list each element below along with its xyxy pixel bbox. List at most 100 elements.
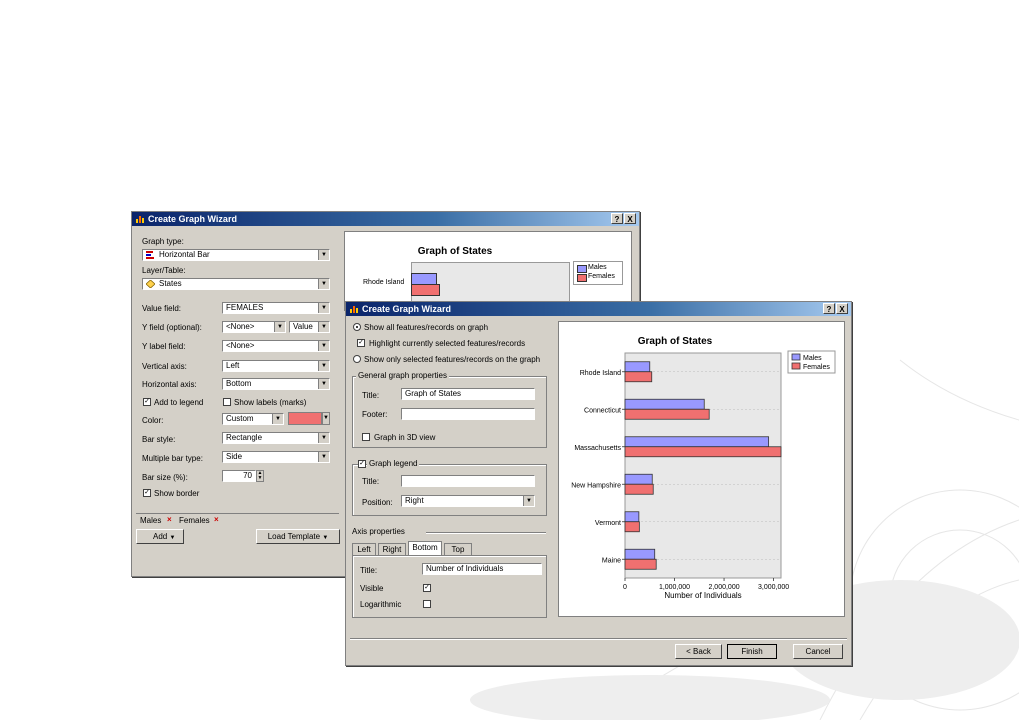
yfield-mode-select[interactable]: Value ▼ <box>289 321 330 333</box>
bar-size-input[interactable]: 70 <box>222 470 256 482</box>
chart-category-label: Maine <box>602 557 621 564</box>
ylabel-field-select[interactable]: <None> ▼ <box>222 340 330 352</box>
multiple-bar-select[interactable]: Side ▼ <box>222 451 330 463</box>
legend-label-females: Females <box>803 364 830 371</box>
close-icon[interactable]: × <box>167 515 172 524</box>
chart-bar-males <box>624 398 705 410</box>
load-template-button[interactable]: Load Template ▼ <box>256 529 340 544</box>
back-chart-title: Graph of States <box>417 246 493 257</box>
graph-type-select[interactable]: Horizontal Bar ▼ <box>142 249 330 261</box>
chart-title: Graph of States <box>638 336 713 347</box>
close-icon[interactable]: × <box>214 515 219 524</box>
show-labels-label: Show labels (marks) <box>234 398 307 407</box>
add-to-legend-checkbox[interactable]: ✓ <box>143 398 151 406</box>
show-selected-radio[interactable] <box>353 355 361 363</box>
legend-position-value: Right <box>405 496 424 505</box>
help-button[interactable]: ? <box>823 303 835 314</box>
graph-title-input[interactable]: Graph of States <box>401 388 535 400</box>
add-series-button[interactable]: Add ▼ <box>136 529 184 544</box>
layer-polygon-icon <box>146 280 155 288</box>
color-label: Color: <box>142 416 164 425</box>
chart-xlabel: Number of Individuals <box>664 591 741 600</box>
graph-3d-checkbox[interactable] <box>362 433 370 441</box>
axis-title-label: Title: <box>360 566 378 575</box>
horizontal-axis-value: Bottom <box>226 379 252 388</box>
legend-position-select[interactable]: Right ▼ <box>401 495 535 507</box>
chevron-down-icon[interactable]: ▼ <box>318 303 329 313</box>
graph-type-label: Graph type: <box>142 237 184 246</box>
chevron-down-icon[interactable]: ▼ <box>318 361 329 371</box>
chevron-down-icon: ▼ <box>169 535 176 541</box>
close-button[interactable]: X <box>836 303 848 314</box>
axis-title-input[interactable]: Number of Individuals <box>422 563 542 575</box>
yfield-select[interactable]: <None> ▼ <box>222 321 286 333</box>
show-labels-checkbox[interactable] <box>223 398 231 406</box>
color-swatch[interactable] <box>288 412 322 425</box>
chart-category-label: Connecticut <box>584 407 621 414</box>
cancel-button[interactable]: Cancel <box>793 644 843 659</box>
bar-size-label: Bar size (%): <box>142 473 188 482</box>
finish-button[interactable]: Finish <box>727 644 777 659</box>
chevron-down-icon[interactable]: ▼ <box>272 414 283 424</box>
general-properties-title: General graph properties <box>356 371 449 380</box>
chevron-down-icon[interactable]: ▼ <box>318 322 329 332</box>
tab-top[interactable]: Top <box>444 543 472 555</box>
legend-label-females: Females <box>588 273 615 280</box>
value-field-value: FEMALES <box>226 303 264 312</box>
help-button[interactable]: ? <box>611 213 623 224</box>
graph-legend-checkbox[interactable]: ✓ <box>358 460 366 468</box>
footer-separator <box>350 638 847 640</box>
layer-select[interactable]: States ▼ <box>142 278 330 290</box>
back-chart-preview: Graph of States Rhode Island Males Femal… <box>344 231 632 311</box>
horizontal-axis-select[interactable]: Bottom ▼ <box>222 378 330 390</box>
graph-preview: Graph of States Rhode Island Connecticut Ma… <box>558 321 845 617</box>
chevron-down-icon[interactable]: ▼ <box>318 433 329 443</box>
chevron-down-icon[interactable]: ▼ <box>318 341 329 351</box>
axis-visible-checkbox[interactable]: ✓ <box>423 584 431 592</box>
show-all-radio[interactable] <box>353 323 361 331</box>
show-border-label: Show border <box>154 489 200 498</box>
close-button[interactable]: X <box>624 213 636 224</box>
tab-right[interactable]: Right <box>378 543 406 555</box>
chart-plot-area <box>624 352 782 579</box>
series-tab-females[interactable]: Females <box>179 516 210 525</box>
legend-swatch-males <box>791 353 801 361</box>
ylabel-field-value: <None> <box>226 341 255 350</box>
graph-footer-input[interactable] <box>401 408 535 420</box>
chevron-down-icon[interactable]: ▼ <box>523 496 534 506</box>
chevron-down-icon[interactable]: ▼ <box>318 279 329 289</box>
legend-swatch-females <box>577 274 587 282</box>
highlight-checkbox[interactable]: ✓ <box>357 339 365 347</box>
chart-bar-females <box>624 371 653 383</box>
chart-category-label: New Hampshire <box>571 482 621 489</box>
color-dropdown-arrow[interactable]: ▼ <box>322 412 330 425</box>
legend-title-input[interactable] <box>401 475 535 487</box>
chevron-down-icon[interactable]: ▼ <box>274 322 285 332</box>
bar-size-spinner[interactable]: ▲ ▼ <box>256 470 264 482</box>
chevron-down-icon[interactable]: ▼ <box>318 379 329 389</box>
chart-xtick-label: 1,000,000 <box>659 584 690 591</box>
vertical-axis-select[interactable]: Left ▼ <box>222 360 330 372</box>
ylabel-field-label: Y label field: <box>142 342 186 351</box>
chart-xtick-label: 0 <box>623 584 627 591</box>
value-field-select[interactable]: FEMALES ▼ <box>222 302 330 314</box>
color-select[interactable]: Custom ▼ <box>222 413 284 425</box>
series-tab-males[interactable]: Males <box>140 516 161 525</box>
back-button[interactable]: < Back <box>675 644 722 659</box>
tab-left[interactable]: Left <box>352 543 376 555</box>
tab-bottom[interactable]: Bottom <box>408 541 442 555</box>
axis-properties-separator <box>426 532 546 534</box>
value-field-label: Value field: <box>142 304 181 313</box>
axis-log-checkbox[interactable] <box>423 600 431 608</box>
chevron-down-icon[interactable]: ▼ <box>318 250 329 260</box>
back-title: Create Graph Wizard <box>148 214 237 224</box>
axis-properties-title: Axis properties <box>352 527 405 536</box>
add-button-label: Add <box>153 532 168 541</box>
back-titlebar: Create Graph Wizard ? X <box>132 212 639 226</box>
chevron-down-icon[interactable]: ▼ <box>318 452 329 462</box>
bar-style-select[interactable]: Rectangle ▼ <box>222 432 330 444</box>
layer-value: States <box>159 279 182 288</box>
graph-app-icon <box>350 306 358 313</box>
back-chart-bar-females <box>411 284 440 296</box>
show-border-checkbox[interactable]: ✓ <box>143 489 151 497</box>
